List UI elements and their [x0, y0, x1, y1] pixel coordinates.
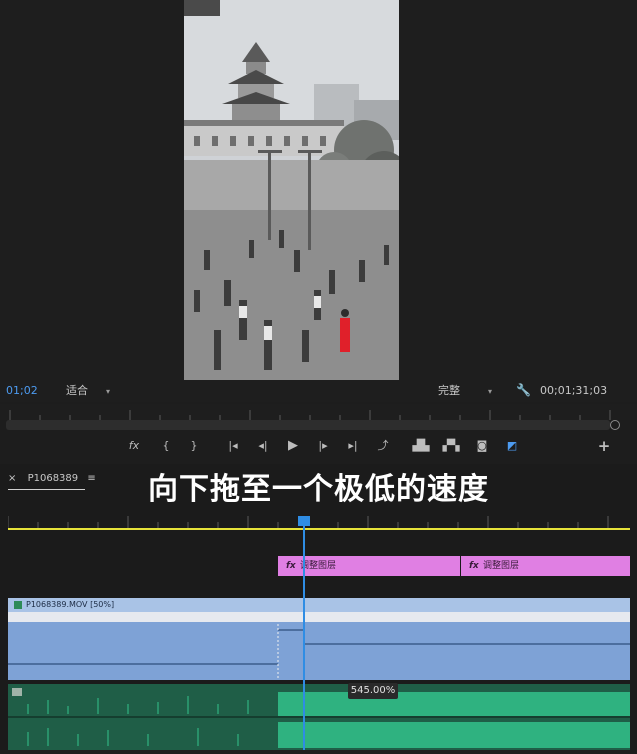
- audio-fx-badge: [12, 688, 22, 696]
- step-back-icon[interactable]: ◂|: [254, 438, 272, 454]
- video-clip-body[interactable]: [8, 612, 630, 680]
- fx-badge-icon: [14, 600, 22, 609]
- fx-badge-icon: fx: [286, 561, 296, 571]
- playhead-timecode[interactable]: 01;02: [6, 380, 38, 402]
- panel-edge: [184, 0, 220, 16]
- mark-in-icon[interactable]: {: [157, 438, 175, 454]
- export-clip-icon[interactable]: ⤴: [374, 438, 392, 454]
- work-area-bar[interactable]: [8, 528, 630, 530]
- zoom-fit-label: 适合: [66, 384, 88, 397]
- mark-out-icon[interactable]: }: [185, 438, 203, 454]
- add-button-icon[interactable]: +: [595, 438, 613, 454]
- clip-label: 调整图层: [300, 561, 337, 571]
- playback-resolution-dropdown[interactable]: 完整 ▾: [438, 380, 492, 403]
- timeline-time-ruler[interactable]: [7, 512, 630, 528]
- fx-badge-icon: fx: [469, 561, 479, 571]
- chevron-down-icon: ▾: [488, 387, 493, 396]
- extract-icon[interactable]: ▞▚: [442, 438, 460, 454]
- go-to-out-icon[interactable]: ▸|: [344, 438, 362, 454]
- adjustment-layer-clip-1[interactable]: fx 调整图层: [278, 556, 460, 576]
- fx-icon[interactable]: fx: [125, 438, 143, 454]
- wrench-icon[interactable]: 🔧: [516, 383, 531, 397]
- preview-image: [184, 0, 399, 380]
- play-icon[interactable]: ▶: [284, 438, 302, 454]
- duration-timecode: 00;01;31;03: [540, 384, 608, 397]
- zoom-handle[interactable]: [610, 420, 620, 430]
- monitor-time-ruler[interactable]: [0, 404, 637, 420]
- compare-icon[interactable]: ◩: [503, 438, 521, 454]
- clip-label: 调整图层: [483, 561, 520, 571]
- monitor-controls: 01;02 适合 ▾ 完整 ▾ 🔧 00;01;31;03: [0, 380, 637, 402]
- zoom-fit-dropdown[interactable]: 适合 ▾: [66, 380, 110, 403]
- zoom-scroll-bar[interactable]: [6, 420, 610, 430]
- playhead-handle[interactable]: [298, 516, 310, 526]
- resolution-label: 完整: [438, 384, 460, 397]
- video-preview[interactable]: [184, 0, 399, 380]
- audio-waveform: [8, 688, 630, 748]
- clip-thumbnail-strip: [8, 612, 630, 622]
- subtitle-caption: 向下拖至一个极低的速度: [148, 472, 489, 507]
- adjustment-layer-clip-2[interactable]: fx 调整图层: [461, 556, 630, 576]
- step-forward-icon[interactable]: |▸: [314, 438, 332, 454]
- playhead-line[interactable]: [303, 518, 305, 750]
- chevron-down-icon: ▾: [106, 387, 111, 396]
- video-clip-header: P1068389.MOV [50%]: [8, 598, 630, 612]
- audio-clip[interactable]: [8, 684, 630, 750]
- speed-percentage-tooltip: 545.00%: [348, 683, 398, 699]
- transport-controls: fx { } |◂ ◂| ▶ |▸ ▸| ⤴ ▟▙ ▞▚ ◙ ◩ +: [0, 432, 637, 460]
- timeline-ruler-ticks: [7, 516, 609, 528]
- go-to-in-icon[interactable]: |◂: [224, 438, 242, 454]
- lift-icon[interactable]: ▟▙: [412, 438, 430, 454]
- ruler-ticks: [9, 410, 611, 420]
- export-frame-icon[interactable]: ◙: [473, 438, 491, 454]
- speed-rubber-band: [8, 612, 630, 680]
- video-clip-label: P1068389.MOV [50%]: [26, 600, 115, 609]
